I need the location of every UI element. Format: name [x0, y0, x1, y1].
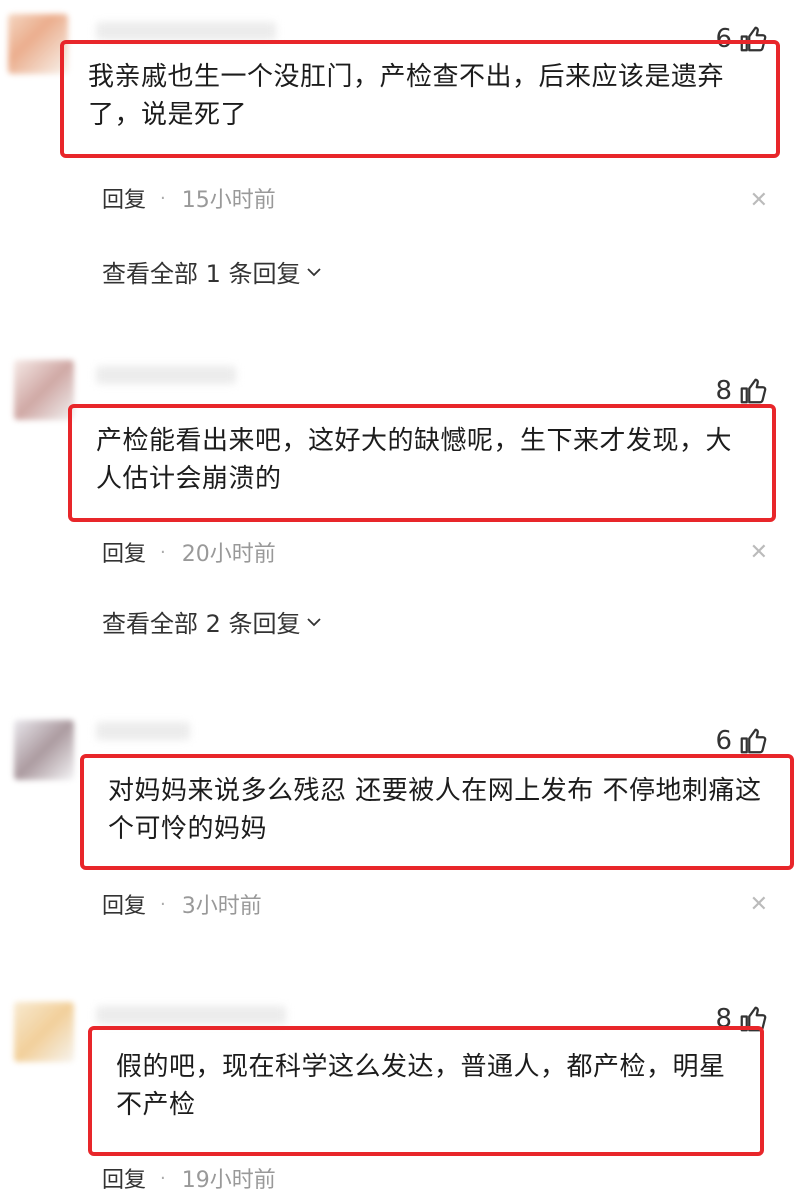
- separator-dot: ·: [160, 1167, 166, 1189]
- username-blurred: [96, 22, 276, 40]
- reply-button[interactable]: 回复: [102, 182, 146, 214]
- comment-text-highlight: 对妈妈来说多么残忍 还要被人在网上发布 不停地刺痛这个可怜的妈妈: [80, 754, 794, 870]
- view-replies-link[interactable]: 查看全部 2 条回复: [102, 604, 321, 639]
- comment-meta: 回复 · 19小时前: [102, 1162, 276, 1194]
- comment-text-highlight: 假的吧，现在科学这么发达，普通人，都产检，明星不产检: [88, 1026, 764, 1156]
- thumbs-up-icon[interactable]: [738, 376, 768, 406]
- close-icon[interactable]: ✕: [750, 188, 768, 213]
- comment-meta: 回复 · 15小时前: [102, 182, 276, 214]
- timestamp: 3小时前: [181, 894, 262, 919]
- comment-text: 假的吧，现在科学这么发达，普通人，都产检，明星不产检: [116, 1052, 726, 1120]
- like-control[interactable]: 8: [715, 376, 768, 406]
- view-replies-label: 查看全部 2 条回复: [102, 610, 301, 638]
- reply-button[interactable]: 回复: [102, 888, 146, 920]
- username-blurred: [96, 1006, 286, 1024]
- reply-button[interactable]: 回复: [102, 1162, 146, 1194]
- comment-text: 我亲戚也生一个没肛门，产检查不出，后来应该是遗弃了，说是死了: [88, 62, 725, 130]
- avatar[interactable]: [14, 1002, 74, 1062]
- chevron-down-icon: [306, 617, 321, 626]
- comment-text: 产检能看出来吧，这好大的缺憾呢，生下来才发现，大人估计会崩溃的: [96, 426, 733, 494]
- comment-text-highlight: 产检能看出来吧，这好大的缺憾呢，生下来才发现，大人估计会崩溃的: [68, 404, 776, 522]
- chevron-down-icon: [306, 267, 321, 276]
- like-control[interactable]: 6: [715, 726, 768, 756]
- username-blurred: [96, 366, 236, 384]
- timestamp: 15小时前: [181, 188, 276, 213]
- separator-dot: ·: [160, 187, 166, 209]
- separator-dot: ·: [160, 541, 166, 563]
- view-replies-link[interactable]: 查看全部 1 条回复: [102, 254, 321, 289]
- comment-meta: 回复 · 20小时前: [102, 536, 276, 568]
- reply-button[interactable]: 回复: [102, 536, 146, 568]
- comment-text-highlight: 我亲戚也生一个没肛门，产检查不出，后来应该是遗弃了，说是死了: [60, 40, 780, 158]
- avatar[interactable]: [8, 14, 68, 74]
- timestamp: 19小时前: [181, 1168, 276, 1193]
- avatar[interactable]: [14, 720, 74, 780]
- username-blurred: [96, 722, 190, 740]
- like-count: 6: [715, 726, 732, 756]
- separator-dot: ·: [160, 893, 166, 915]
- avatar[interactable]: [14, 360, 74, 420]
- close-icon[interactable]: ✕: [750, 540, 768, 565]
- thumbs-up-icon[interactable]: [738, 726, 768, 756]
- view-replies-label: 查看全部 1 条回复: [102, 260, 301, 288]
- comment-meta: 回复 · 3小时前: [102, 888, 262, 920]
- like-count: 8: [715, 376, 732, 406]
- close-icon[interactable]: ✕: [750, 892, 768, 917]
- comment-text: 对妈妈来说多么残忍 还要被人在网上发布 不停地刺痛这个可怜的妈妈: [108, 776, 762, 844]
- timestamp: 20小时前: [181, 542, 276, 567]
